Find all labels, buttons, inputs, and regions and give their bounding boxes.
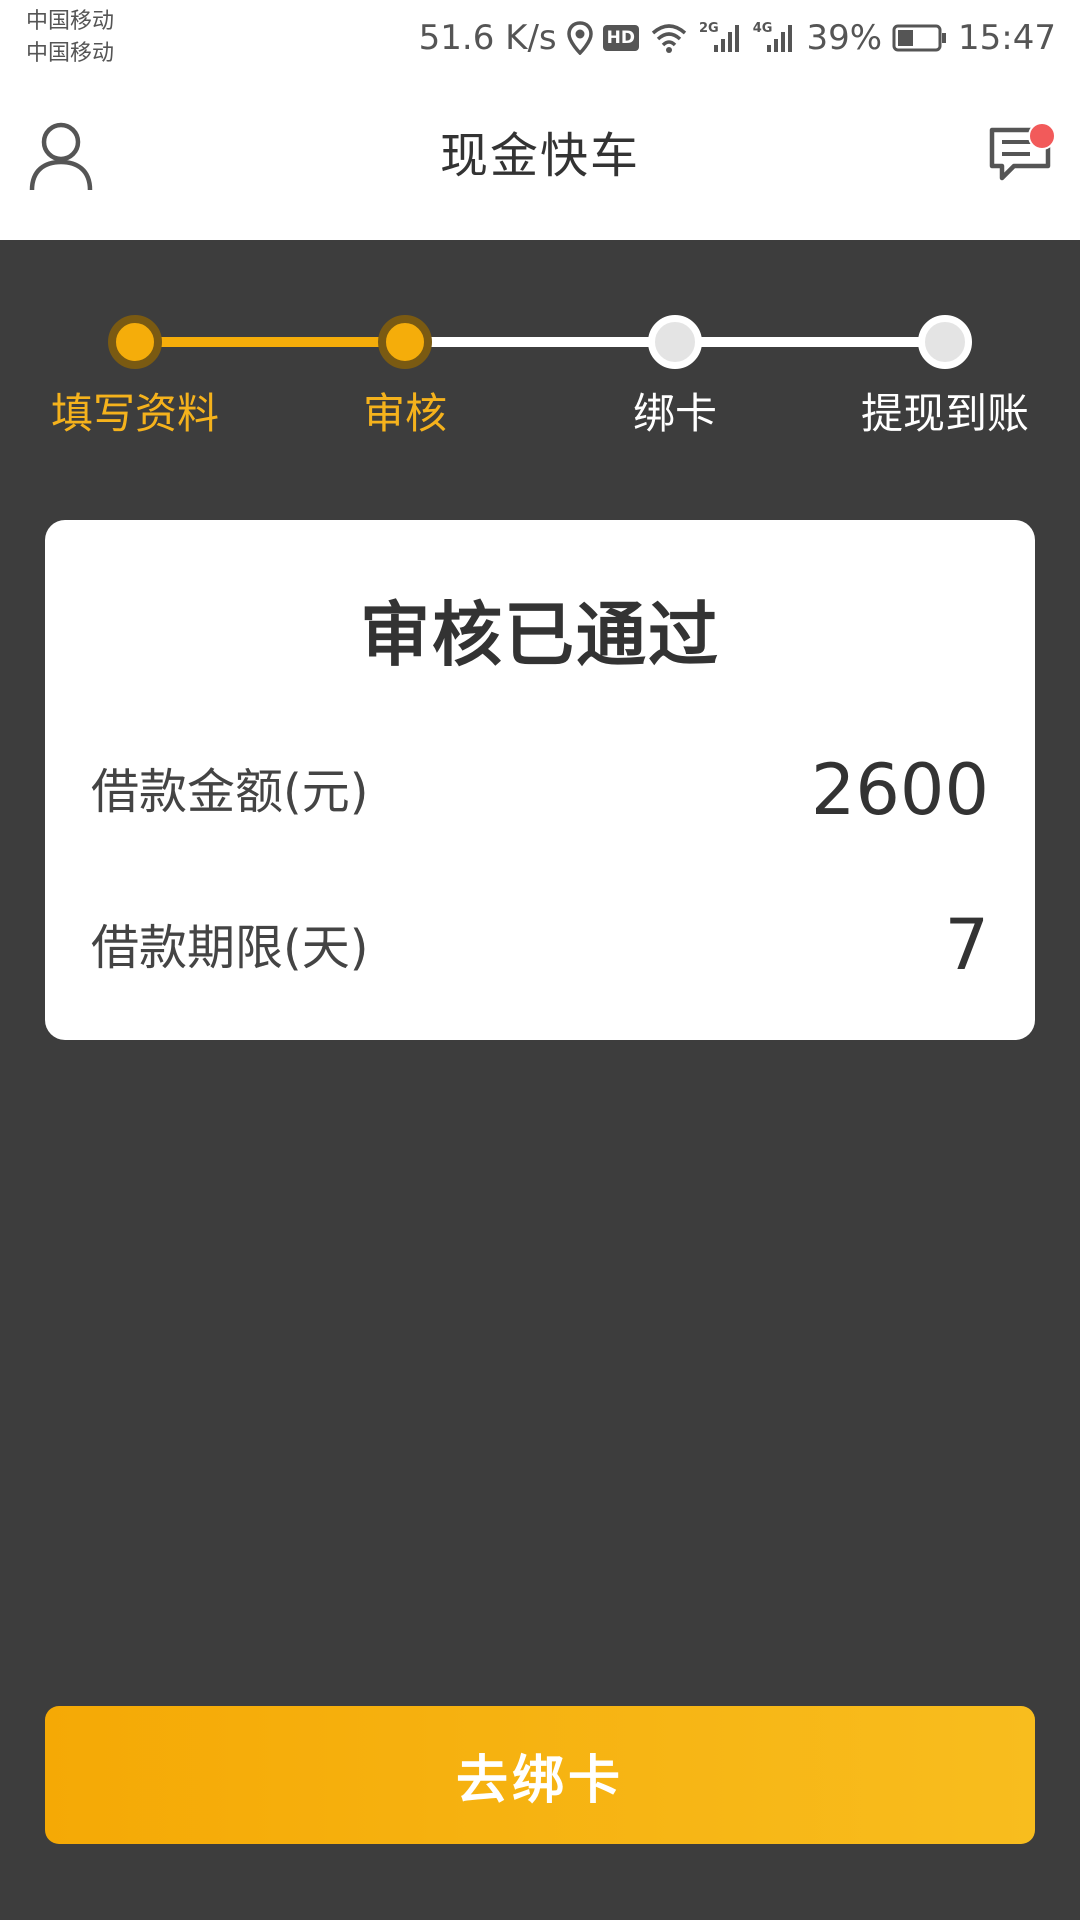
- network-speed: 51.6 K/s: [418, 18, 557, 58]
- page-title: 现金快车: [439, 128, 640, 184]
- signal-4g-label: 4G: [752, 20, 773, 36]
- wifi-icon: [649, 23, 689, 53]
- step-label-withdraw: 提现到账: [860, 389, 1030, 438]
- step-line-3: [675, 337, 945, 347]
- step-line-1: [135, 337, 405, 347]
- step-dot-review: [378, 315, 432, 369]
- loan-amount-value: 2600: [810, 749, 989, 831]
- carrier-info: 中国移动 中国移动: [26, 6, 114, 70]
- location-icon: [566, 21, 593, 55]
- signal-4g-icon: 4G: [752, 20, 797, 53]
- nav-bar: 现金快车: [0, 76, 1080, 240]
- step-dot-fill-info: [108, 315, 162, 369]
- carrier-1: 中国移动: [26, 9, 115, 34]
- carrier-2: 中国移动: [26, 41, 115, 66]
- card-title: 审核已通过: [360, 594, 720, 676]
- notification-dot: [1028, 122, 1056, 150]
- loan-amount-label: 借款金额(元): [91, 764, 369, 820]
- step-dot-withdraw: [918, 315, 972, 369]
- clock: 15:47: [958, 18, 1056, 58]
- step-label-fill-info: 填写资料: [50, 389, 220, 438]
- status-bar: 中国移动 中国移动 51.6 K/s HD 2G 4G 39% 15:47: [0, 0, 1080, 76]
- loan-term-label: 借款期限(天): [91, 920, 369, 976]
- step-dot-bind-card: [648, 315, 702, 369]
- bind-card-button[interactable]: 去绑卡: [45, 1706, 1035, 1844]
- hd-icon: HD: [602, 25, 639, 51]
- battery-percent: 39%: [806, 18, 883, 58]
- signal-2g-label: 2G: [699, 20, 719, 36]
- step-line-2: [405, 337, 675, 347]
- loan-term-value: 7: [944, 904, 989, 986]
- approval-card: 审核已通过 借款金额(元) 2600 借款期限(天) 7: [45, 520, 1035, 1040]
- signal-2g-icon: 2G: [699, 20, 743, 53]
- step-label-bind-card: 绑卡: [632, 389, 718, 438]
- step-label-review: 审核: [362, 389, 448, 438]
- status-indicators: 51.6 K/s HD 2G 4G 39% 15:47: [419, 10, 1056, 66]
- battery-icon: [892, 24, 948, 52]
